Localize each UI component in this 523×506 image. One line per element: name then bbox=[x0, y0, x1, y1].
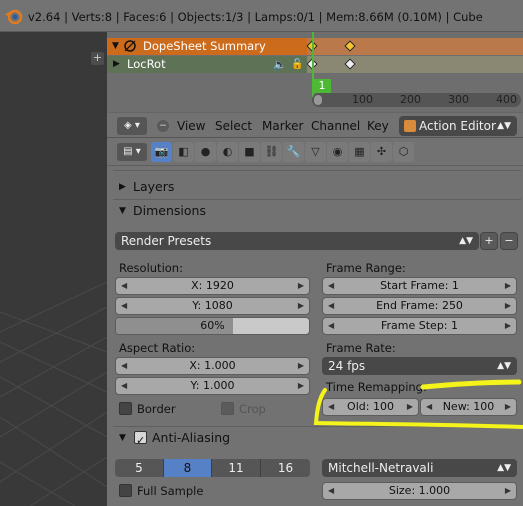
scene-tab-icon[interactable]: ● bbox=[195, 142, 216, 162]
resolution-y-field[interactable]: ◀ Y: 1080 ▶ bbox=[115, 297, 310, 315]
current-frame-indicator[interactable]: 1 bbox=[313, 79, 331, 93]
collapsed-triangle-icon: ▶ bbox=[119, 182, 126, 192]
editor-type-button[interactable]: ◈ ▾ bbox=[117, 117, 147, 135]
aspect-y-field[interactable]: ◀ Y: 1.000 ▶ bbox=[115, 377, 310, 395]
scene-stats: v2.64 | Verts:8 | Faces:6 | Objects:1/3 … bbox=[28, 10, 483, 24]
locrot-channel-row[interactable]: ▶ LocRot 🔈 🔓 bbox=[107, 56, 523, 73]
aa-sample-16[interactable]: 16 bbox=[261, 459, 310, 477]
particles-tab-icon[interactable]: ✣ bbox=[371, 142, 392, 162]
summary-label: DopeSheet Summary bbox=[143, 39, 266, 53]
constraints-tab-icon[interactable]: ⛓ bbox=[261, 142, 282, 162]
updown-arrow-icon: ▲▼ bbox=[497, 361, 511, 371]
layers-panel-header[interactable]: ▶ Layers bbox=[113, 176, 521, 198]
add-preset-button[interactable]: + bbox=[480, 232, 498, 250]
locrot-label: LocRot bbox=[127, 57, 166, 71]
menu-view[interactable]: View bbox=[177, 119, 205, 133]
aspect-x-field[interactable]: ◀ X: 1.000 ▶ bbox=[115, 357, 310, 375]
lock-icon[interactable]: 🔓 bbox=[291, 56, 303, 73]
object-tab-icon[interactable]: ■ bbox=[239, 142, 260, 162]
anti-aliasing-checkbox[interactable] bbox=[134, 430, 147, 452]
aa-sample-5[interactable]: 5 bbox=[115, 459, 164, 477]
expanded-triangle-icon: ▼ bbox=[119, 206, 126, 216]
expand-triangle-icon[interactable]: ▼ bbox=[112, 38, 119, 55]
time-remap-new-field[interactable]: ◀ New: 100 ▶ bbox=[420, 398, 517, 416]
border-checkbox[interactable] bbox=[119, 402, 132, 415]
summary-icon bbox=[124, 40, 136, 52]
updown-arrow-icon: ▲▼ bbox=[459, 236, 473, 246]
data-tab-icon[interactable]: ▽ bbox=[305, 142, 326, 162]
render-tab-icon[interactable]: 📷 bbox=[151, 142, 172, 162]
world-tab-icon[interactable]: ◐ bbox=[217, 142, 238, 162]
aa-sample-11[interactable]: 11 bbox=[212, 459, 261, 477]
menu-key[interactable]: Key bbox=[367, 119, 389, 133]
summary-keyframe-track[interactable] bbox=[307, 38, 523, 55]
info-header: v2.64 | Verts:8 | Faces:6 | Objects:1/3 … bbox=[0, 0, 523, 32]
start-frame-field[interactable]: ◀ Start Frame: 1 ▶ bbox=[322, 277, 517, 295]
mode-select[interactable]: Action Editor ▲▼ bbox=[399, 116, 517, 136]
dropdown-arrow-icon: ▲▼ bbox=[497, 121, 511, 131]
frame-step-field[interactable]: ◀ Frame Step: 1 ▶ bbox=[322, 317, 517, 335]
menu-channel[interactable]: Channel bbox=[311, 119, 360, 133]
texture-tab-icon[interactable]: ▦ bbox=[349, 142, 370, 162]
collapse-menu-icon[interactable]: − bbox=[157, 120, 169, 132]
resolution-label: Resolution: bbox=[119, 261, 183, 275]
scroll-handle[interactable] bbox=[314, 95, 322, 105]
blender-logo-icon[interactable] bbox=[5, 7, 23, 25]
resolution-x-field[interactable]: ◀ X: 1920 ▶ bbox=[115, 277, 310, 295]
aspect-ratio-label: Aspect Ratio: bbox=[119, 341, 196, 355]
time-remap-old-field[interactable]: ◀ Old: 100 ▶ bbox=[322, 398, 419, 416]
render-presets-select[interactable]: Render Presets ▲▼ bbox=[115, 232, 479, 250]
ruler-tick: 200 bbox=[400, 93, 421, 106]
border-label: Border bbox=[137, 402, 176, 416]
menu-marker[interactable]: Marker bbox=[262, 119, 303, 133]
frame-rate-select[interactable]: 24 fps ▲▼ bbox=[322, 357, 517, 375]
ruler-tick: 300 bbox=[448, 93, 469, 106]
frame-range-label: Frame Range: bbox=[326, 261, 406, 275]
remove-preset-button[interactable]: − bbox=[500, 232, 518, 250]
expanded-triangle-icon: ▼ bbox=[119, 433, 126, 443]
crop-label: Crop bbox=[239, 402, 266, 416]
resolution-percent-slider[interactable]: 60% bbox=[115, 317, 310, 335]
ruler-tick: 400 bbox=[496, 93, 517, 106]
dopesheet-header: ◈ ▾ − View Select Marker Channel Key Act… bbox=[107, 112, 523, 138]
add-region-plus-icon[interactable]: + bbox=[91, 52, 104, 65]
end-frame-field[interactable]: ◀ End Frame: 250 ▶ bbox=[322, 297, 517, 315]
modifiers-tab-icon[interactable]: 🔧 bbox=[283, 142, 304, 162]
collapse-triangle-icon[interactable]: ▶ bbox=[113, 56, 120, 73]
material-tab-icon[interactable]: ◉ bbox=[327, 142, 348, 162]
properties-header: ▤ ▾ 📷 ◧ ● ◐ ■ ⛓ 🔧 ▽ ◉ ▦ ✣ ⬡ bbox=[107, 138, 523, 166]
physics-tab-icon[interactable]: ⬡ bbox=[393, 142, 414, 162]
locrot-keyframe-track[interactable] bbox=[307, 56, 523, 73]
frame-rate-label: Frame Rate: bbox=[326, 341, 396, 355]
full-sample-label: Full Sample bbox=[137, 484, 204, 498]
dimensions-panel-header[interactable]: ▼ Dimensions bbox=[113, 200, 521, 222]
3d-viewport[interactable]: + bbox=[0, 32, 107, 506]
action-icon bbox=[404, 120, 416, 132]
render-layers-tab-icon[interactable]: ◧ bbox=[173, 142, 194, 162]
filter-size-field[interactable]: ◀ Size: 1.000 ▶ bbox=[322, 482, 517, 500]
menu-select[interactable]: Select bbox=[215, 119, 252, 133]
aa-sample-8[interactable]: 8 bbox=[164, 459, 212, 477]
anti-aliasing-panel-header[interactable]: ▼ Anti-Aliasing bbox=[113, 427, 521, 452]
editor-type-button[interactable]: ▤ ▾ bbox=[117, 143, 147, 161]
dopesheet-summary-row[interactable]: ▼ DopeSheet Summary bbox=[107, 38, 523, 55]
timeline-scrollbar[interactable]: 100 200 300 400 bbox=[312, 93, 521, 107]
aa-filter-select[interactable]: Mitchell-Netravali ▲▼ bbox=[322, 459, 517, 477]
properties-panel: ▶ Layers ▼ Dimensions Render Presets ▲▼ … bbox=[107, 166, 523, 506]
ruler-tick: 100 bbox=[352, 93, 373, 106]
time-remapping-label: Time Remapping: bbox=[326, 380, 427, 394]
mode-value: Action Editor bbox=[419, 119, 496, 133]
updown-arrow-icon: ▲▼ bbox=[497, 463, 511, 473]
full-sample-checkbox[interactable] bbox=[119, 484, 132, 497]
crop-checkbox[interactable] bbox=[221, 402, 234, 415]
mute-speaker-icon[interactable]: 🔈 bbox=[273, 56, 287, 73]
grid-floor bbox=[0, 281, 107, 506]
